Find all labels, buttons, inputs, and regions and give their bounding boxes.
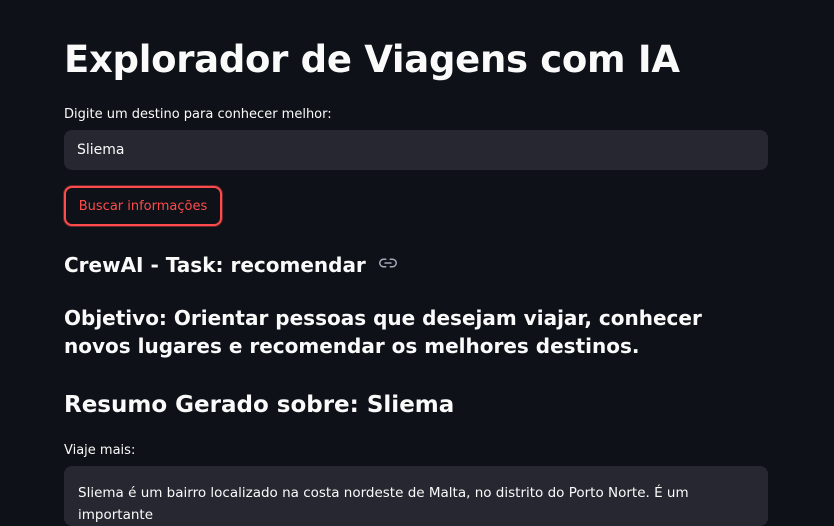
summary-heading: Resumo Gerado sobre: Sliema [64, 392, 455, 418]
destination-input-label: Digite um destino para conhecer melhor: [64, 107, 332, 122]
crew-task-heading-text: CrewAI - Task: recomendar [64, 253, 366, 277]
page-title: Explorador de Viagens com IA [64, 38, 680, 81]
summary-text: Sliema é um bairro localizado na costa n… [78, 485, 689, 523]
destination-input-container[interactable] [64, 130, 768, 170]
crew-task-heading: CrewAI - Task: recomendar [64, 251, 397, 279]
summary-text-label: Viaje mais: [64, 443, 136, 458]
crew-objective: Objetivo: Orientar pessoas que desejam v… [64, 306, 702, 358]
link-icon[interactable] [378, 251, 397, 279]
destination-input[interactable] [77, 130, 757, 170]
search-button[interactable]: Buscar informações [64, 186, 222, 226]
summary-text-area[interactable]: Sliema é um bairro localizado na costa n… [64, 466, 768, 526]
